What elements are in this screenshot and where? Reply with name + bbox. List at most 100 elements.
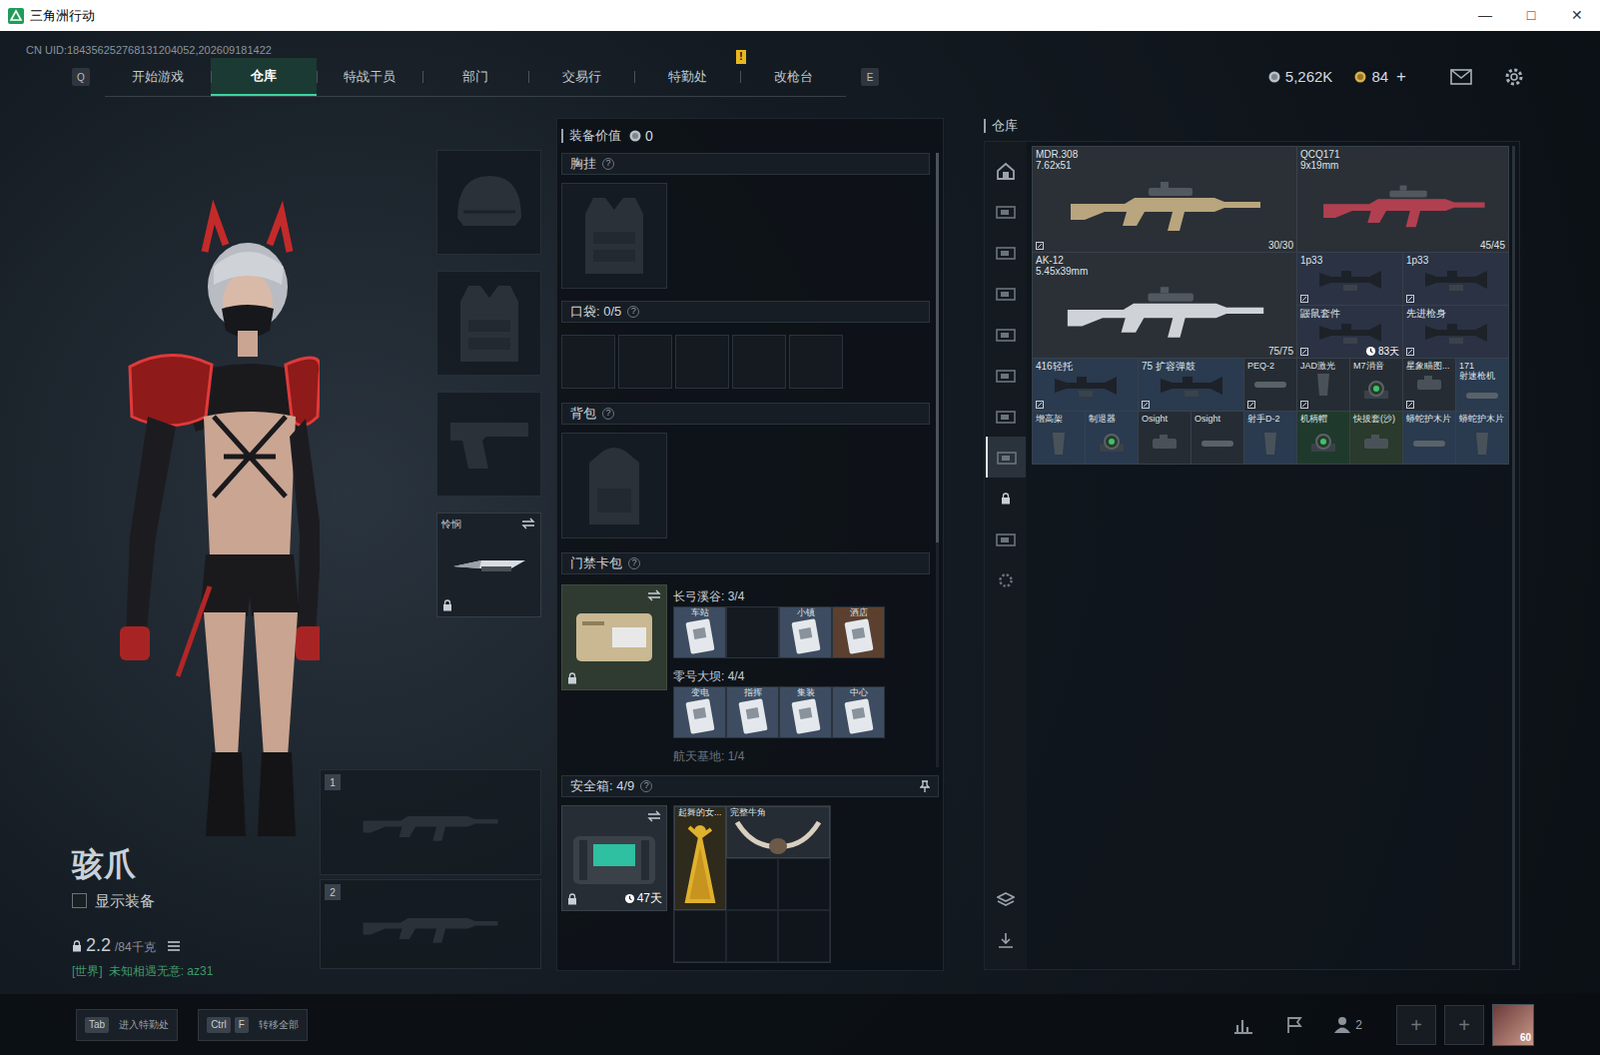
warehouse-tab[interactable] <box>985 313 1026 355</box>
empty-cell[interactable] <box>674 909 727 962</box>
help-icon[interactable]: ? <box>640 780 653 793</box>
warehouse-item[interactable]: MDR.3087.62x5130/30 <box>1032 146 1297 252</box>
empty-cell[interactable] <box>726 909 779 962</box>
pocket-slot[interactable] <box>561 334 616 389</box>
helmet-slot[interactable] <box>436 149 542 255</box>
melee-slot[interactable]: 怜悯 <box>436 512 542 618</box>
hint-button[interactable]: Tab进入特勤处 <box>75 1008 178 1041</box>
list-icon[interactable] <box>167 940 180 951</box>
nav-tab[interactable]: 交易行 <box>528 57 635 96</box>
warehouse-item[interactable]: QCQ1719x19mm45/45 <box>1297 146 1509 252</box>
help-icon[interactable]: ? <box>602 157 615 170</box>
warehouse-item[interactable]: Osight <box>1138 411 1191 464</box>
warehouse-item[interactable]: 1p33 <box>1297 252 1403 305</box>
window-control[interactable]: ✕ <box>1554 0 1600 31</box>
checkbox[interactable] <box>71 892 87 908</box>
warehouse-tab[interactable] <box>985 272 1026 314</box>
warehouse-tab[interactable] <box>985 559 1026 601</box>
warehouse-item[interactable]: 射手D-2 <box>1244 411 1297 464</box>
pocket-slot[interactable] <box>675 334 730 389</box>
warehouse-item[interactable]: 1p33 <box>1403 252 1509 305</box>
armor-slot[interactable] <box>436 270 542 376</box>
transfer-icon[interactable] <box>985 926 1026 953</box>
nav-tab[interactable]: 仓库 <box>210 57 317 96</box>
warehouse-item[interactable]: PEQ-2 <box>1244 358 1297 411</box>
pocket-slot[interactable] <box>789 334 843 389</box>
warehouse-tab[interactable] <box>985 354 1026 396</box>
backpack-slot[interactable] <box>561 432 668 539</box>
card-pack-slot[interactable] <box>561 584 668 691</box>
friends-button[interactable]: 2 <box>1333 1015 1363 1034</box>
add-currency-button[interactable]: + <box>1396 63 1407 90</box>
access-card[interactable]: 酒店 <box>831 606 885 659</box>
invite-slot[interactable]: + <box>1396 1004 1437 1045</box>
warehouse-item[interactable]: 星象瞄图... <box>1403 358 1456 411</box>
warehouse-tab[interactable] <box>985 190 1026 232</box>
nav-tab[interactable]: 部门 <box>422 57 529 96</box>
warehouse-item[interactable]: 先进枪身 <box>1403 305 1509 358</box>
access-card[interactable] <box>726 606 780 659</box>
show-equipment-toggle[interactable]: 显示装备 <box>71 889 320 913</box>
mail-icon[interactable] <box>1450 68 1473 85</box>
nav-tab[interactable]: 改枪台 <box>740 57 846 96</box>
access-card[interactable]: 变电 <box>673 686 727 739</box>
hint-button[interactable]: CtrlF转移全部 <box>197 1008 308 1041</box>
warehouse-tab[interactable] <box>985 518 1026 560</box>
empty-cell[interactable] <box>726 857 779 910</box>
access-card[interactable]: 小镇 <box>779 606 832 659</box>
pocket-slot[interactable] <box>732 334 787 389</box>
warehouse-tab[interactable] <box>985 231 1026 273</box>
warehouse-item[interactable]: 171射速枪机 <box>1456 358 1509 411</box>
warehouse-item[interactable]: 增高架 <box>1032 411 1085 464</box>
invite-slot[interactable]: + <box>1444 1004 1485 1045</box>
warehouse-item[interactable]: 蟒蛇护木片 <box>1403 411 1456 464</box>
help-icon[interactable]: ? <box>627 305 640 318</box>
nav-tab[interactable]: 特勤处! <box>634 57 741 96</box>
warehouse-item[interactable]: M7消音 <box>1350 358 1403 411</box>
warehouse-tab[interactable] <box>985 477 1026 519</box>
safe-item[interactable]: 起舞的女... <box>674 805 727 910</box>
warehouse-item[interactable]: 机柄帽 <box>1297 411 1350 464</box>
empty-cell[interactable] <box>778 909 830 962</box>
access-card[interactable]: 指挥 <box>726 686 780 739</box>
pocket-slot[interactable] <box>618 334 673 389</box>
stack-icon[interactable] <box>985 886 1026 913</box>
chest-rig-slot[interactable] <box>561 182 668 289</box>
pistol-slot[interactable] <box>436 391 542 497</box>
warehouse-tab[interactable] <box>985 436 1026 478</box>
warehouse-item[interactable]: 制退器 <box>1085 411 1138 464</box>
help-icon[interactable]: ? <box>628 557 641 570</box>
scrollbar[interactable] <box>935 152 939 768</box>
warehouse-item[interactable]: Osight <box>1191 411 1244 464</box>
stats-icon[interactable] <box>1233 1015 1254 1034</box>
warehouse-item[interactable]: 鼹鼠套件83天 <box>1297 305 1403 358</box>
empty-cell[interactable] <box>778 857 830 910</box>
help-icon[interactable]: ? <box>602 407 615 420</box>
window-control[interactable]: □ <box>1508 0 1555 31</box>
window-control[interactable]: — <box>1462 0 1509 31</box>
flag-icon[interactable] <box>1285 1015 1304 1034</box>
warehouse-tab[interactable] <box>985 395 1026 437</box>
scroll-thumb[interactable] <box>935 152 939 543</box>
nav-tab[interactable]: 特战干员 <box>316 57 423 96</box>
warehouse-item[interactable]: 蟒蛇护木片 <box>1456 411 1509 464</box>
warehouse-item[interactable]: 75 扩容弹鼓 <box>1138 358 1244 411</box>
swap-icon[interactable] <box>647 809 662 822</box>
warehouse-item[interactable]: 416轻托 <box>1032 358 1138 411</box>
warehouse-item[interactable]: JAD激光 <box>1297 358 1350 411</box>
player-avatar[interactable]: 60 <box>1492 1003 1535 1046</box>
pin-icon[interactable] <box>919 780 930 793</box>
safe-box-slot[interactable]: 47天 <box>561 804 668 911</box>
warehouse-item[interactable]: 快拔套(沙) <box>1350 411 1403 464</box>
swap-icon[interactable] <box>521 517 536 530</box>
warehouse-item[interactable]: AK-125.45x39mm75/75 <box>1032 252 1297 358</box>
nav-tab[interactable]: 开始游戏 <box>104 57 211 96</box>
scrollbar[interactable] <box>1512 145 1516 965</box>
gear-icon[interactable] <box>1504 66 1525 87</box>
safe-item[interactable]: 完整牛角 <box>726 805 830 858</box>
weapon-slot[interactable]: 1 <box>319 769 542 875</box>
access-card[interactable]: 车站 <box>673 606 727 659</box>
weapon-slot[interactable]: 2 <box>319 878 542 969</box>
access-card[interactable]: 集装 <box>779 686 832 739</box>
swap-icon[interactable] <box>647 589 662 602</box>
